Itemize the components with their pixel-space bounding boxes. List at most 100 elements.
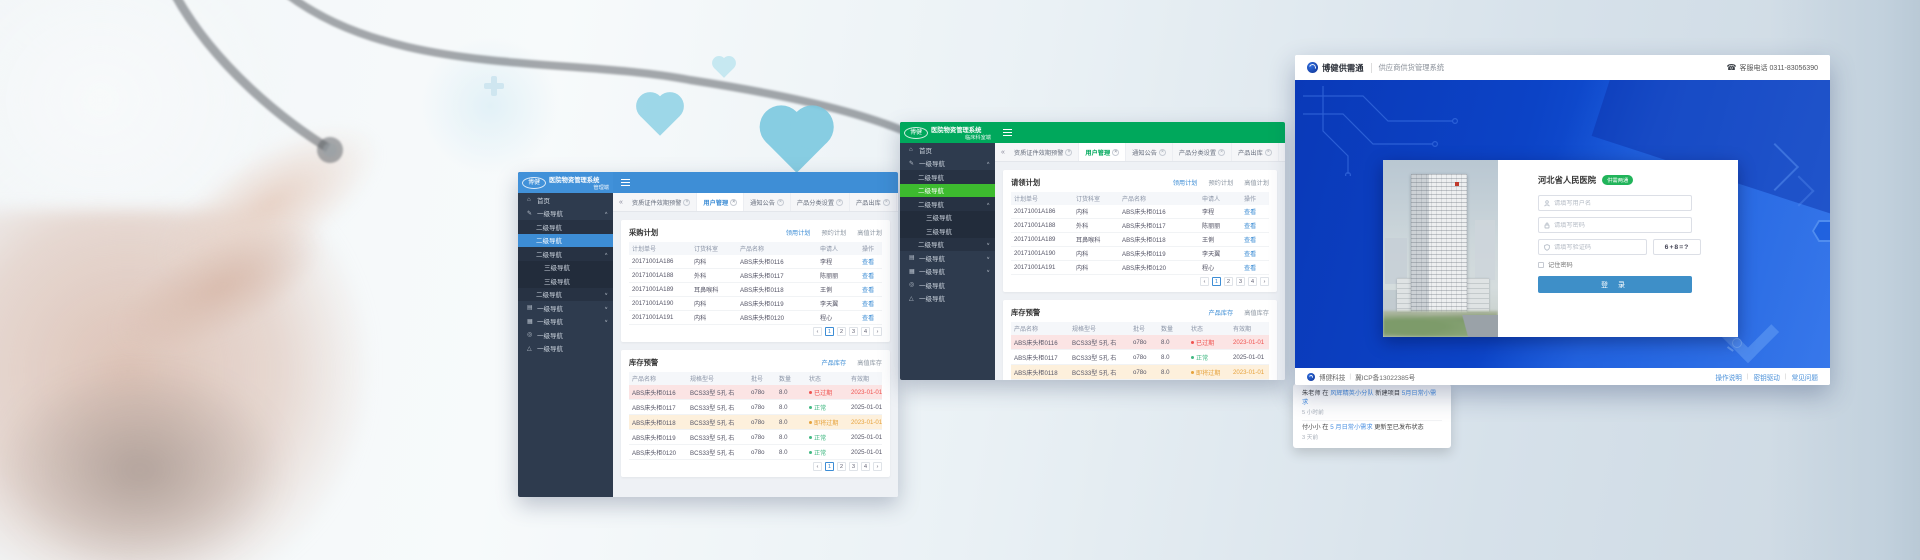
feed-link[interactable]: 风辉精英小分队	[1330, 390, 1373, 397]
view-link[interactable]: 查看	[859, 257, 882, 266]
sidebar-item-nav2[interactable]: 二级导航	[518, 220, 613, 234]
view-link[interactable]: 查看	[1241, 235, 1264, 244]
page-prev[interactable]: ‹	[813, 462, 822, 471]
page-3[interactable]: 3	[1236, 277, 1245, 286]
captcha-input[interactable]	[1554, 244, 1641, 251]
sidebar-item-nav1[interactable]: ✎一级导航∧	[900, 157, 995, 171]
tab-close-icon[interactable]: ×	[1159, 149, 1166, 156]
plan-link[interactable]: 高值计划	[1244, 178, 1269, 187]
stock-link[interactable]: 高值库存	[1244, 308, 1269, 317]
sidebar-item-nav1[interactable]: △一级导航	[518, 342, 613, 356]
tab-close-icon[interactable]: ×	[1265, 149, 1272, 156]
plan-link[interactable]: 预约计划	[1209, 178, 1234, 187]
tab-notices[interactable]: 通知公告×	[1126, 143, 1173, 161]
hamburger-icon[interactable]	[621, 182, 630, 184]
page-prev[interactable]: ‹	[813, 327, 822, 336]
sidebar-item-nav2-active[interactable]: 二级导航	[900, 184, 995, 198]
view-link[interactable]: 查看	[1241, 207, 1264, 216]
hamburger-icon[interactable]	[1003, 132, 1012, 134]
view-link[interactable]: 查看	[859, 285, 882, 294]
sidebar-item-nav2[interactable]: 二级导航∧	[900, 197, 995, 211]
page-2[interactable]: 2	[837, 327, 846, 336]
page-2[interactable]: 2	[837, 462, 846, 471]
sidebar-item-nav3[interactable]: 三级导航	[518, 261, 613, 275]
sidebar-item-nav2[interactable]: 二级导航∨	[900, 238, 995, 252]
login-button[interactable]: 登 录	[1538, 276, 1692, 293]
sidebar-item-nav2[interactable]: 二级导航∨	[518, 288, 613, 302]
page-1[interactable]: 1	[1212, 277, 1221, 286]
sidebar-item-nav2[interactable]: 二级导航	[900, 170, 995, 184]
tab-close-icon[interactable]: ×	[683, 199, 690, 206]
tab-users[interactable]: 用户管理×	[697, 193, 744, 211]
password-field[interactable]	[1538, 217, 1692, 233]
footer-link-keydriver[interactable]: 密钥驱动	[1754, 372, 1780, 382]
tab-close-icon[interactable]: ×	[730, 199, 737, 206]
tab-close-icon[interactable]: ×	[777, 199, 784, 206]
password-input[interactable]	[1554, 222, 1686, 229]
tab-categories[interactable]: 产品分类设置×	[791, 193, 850, 211]
plan-link[interactable]: 领用计划	[1173, 178, 1198, 187]
plan-link[interactable]: 高值计划	[857, 228, 882, 237]
tab-close-icon[interactable]: ×	[1112, 149, 1119, 156]
page-1[interactable]: 1	[825, 327, 834, 336]
sidebar-item-nav1[interactable]: ◎一级导航	[900, 278, 995, 292]
sidebar-item-nav3[interactable]: 三级导航	[900, 224, 995, 238]
sidebar-item-nav3[interactable]: 三级导航	[900, 211, 995, 225]
sidebar-item-nav1[interactable]: ▤一级导航∨	[900, 251, 995, 265]
tab-users[interactable]: 用户管理×	[1079, 143, 1126, 161]
stock-link[interactable]: 产品库存	[1209, 308, 1234, 317]
page-4[interactable]: 4	[861, 462, 870, 471]
tab-certificates[interactable]: 资质证件效期预警×	[1008, 143, 1080, 161]
plan-link[interactable]: 领用计划	[786, 228, 811, 237]
tab-certificates[interactable]: 资质证件效期预警×	[626, 193, 698, 211]
stock-link[interactable]: 高值库存	[857, 358, 882, 367]
captcha-field[interactable]	[1538, 239, 1647, 255]
tab-close-icon[interactable]: ×	[1065, 149, 1072, 156]
sidebar-item-nav3[interactable]: 三级导航	[518, 274, 613, 288]
sidebar-item-home[interactable]: ⌂首页	[518, 193, 613, 207]
username-field[interactable]	[1538, 195, 1692, 211]
page-next[interactable]: ›	[1260, 277, 1269, 286]
page-3[interactable]: 3	[849, 462, 858, 471]
sidebar-item-nav2[interactable]: 二级导航∧	[518, 247, 613, 261]
sidebar-item-nav1[interactable]: ◎一级导航	[518, 328, 613, 342]
footer-link-faq[interactable]: 常见问题	[1792, 372, 1818, 382]
tab-close-icon[interactable]: ×	[1218, 149, 1225, 156]
page-1[interactable]: 1	[825, 462, 834, 471]
checkbox-icon[interactable]	[1538, 262, 1544, 268]
page-3[interactable]: 3	[849, 327, 858, 336]
view-link[interactable]: 查看	[859, 299, 882, 308]
sidebar-item-nav2-active[interactable]: 二级导航	[518, 234, 613, 248]
page-2[interactable]: 2	[1224, 277, 1233, 286]
page-4[interactable]: 4	[1248, 277, 1257, 286]
tab-outbound[interactable]: 产品出库×	[850, 193, 897, 211]
collapse-tabs-icon[interactable]: «	[998, 149, 1008, 156]
sidebar-item-nav1[interactable]: ▦一级导航∨	[518, 315, 613, 329]
captcha-question[interactable]: 6+8=?	[1653, 239, 1701, 255]
feed-link[interactable]: 5 月日常小需求	[1330, 424, 1372, 431]
tab-close-icon[interactable]: ×	[883, 199, 890, 206]
sidebar-item-nav1[interactable]: ✎一级导航∧	[518, 207, 613, 221]
page-4[interactable]: 4	[861, 327, 870, 336]
page-next[interactable]: ›	[873, 327, 882, 336]
tab-categories[interactable]: 产品分类设置×	[1173, 143, 1232, 161]
username-input[interactable]	[1554, 200, 1686, 207]
tab-outbound[interactable]: 产品出库×	[1232, 143, 1279, 161]
view-link[interactable]: 查看	[1241, 221, 1264, 230]
sidebar-item-nav1[interactable]: ▦一级导航∨	[900, 265, 995, 279]
collapse-tabs-icon[interactable]: «	[616, 199, 626, 206]
view-link[interactable]: 查看	[859, 271, 882, 280]
page-next[interactable]: ›	[873, 462, 882, 471]
page-prev[interactable]: ‹	[1200, 277, 1209, 286]
remember-me[interactable]: 记住密码	[1538, 260, 1692, 269]
footer-link-manual[interactable]: 操作说明	[1715, 372, 1741, 382]
view-link[interactable]: 查看	[1241, 263, 1264, 272]
plan-link[interactable]: 预约计划	[822, 228, 847, 237]
stock-link[interactable]: 产品库存	[822, 358, 847, 367]
sidebar-item-home[interactable]: ⌂首页	[900, 143, 995, 157]
sidebar-item-nav1[interactable]: △一级导航	[900, 292, 995, 306]
tab-close-icon[interactable]: ×	[836, 199, 843, 206]
sidebar-item-nav1[interactable]: ▤一级导航∨	[518, 301, 613, 315]
tab-notices[interactable]: 通知公告×	[744, 193, 791, 211]
view-link[interactable]: 查看	[859, 313, 882, 322]
